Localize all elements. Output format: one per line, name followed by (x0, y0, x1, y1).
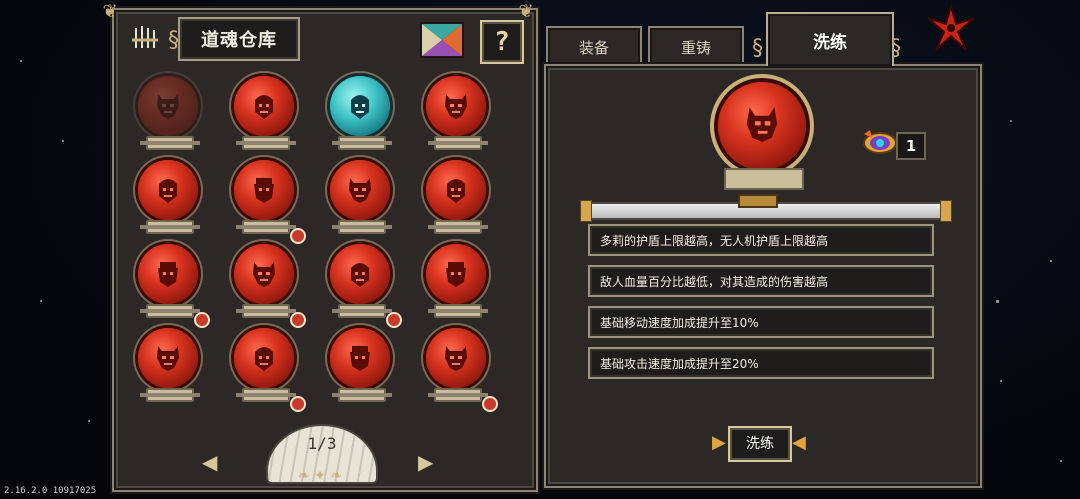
soul-orb-slot[interactable] (224, 154, 306, 244)
soul-orb-slot[interactable] (416, 70, 496, 156)
soul-orb (426, 328, 486, 388)
orb-pedestal (332, 388, 392, 402)
soul-orb-slot[interactable] (128, 238, 210, 328)
mask-icon (445, 346, 467, 371)
soul-orb-slot[interactable] (320, 154, 400, 240)
soul-orb-slot[interactable] (128, 322, 208, 408)
arrow-left-icon: ◀ (792, 432, 806, 453)
tab-refine[interactable]: 洗练 (766, 12, 894, 66)
orb-pedestal (332, 304, 392, 318)
pinwheel-icon (927, 4, 975, 51)
help-button[interactable]: ? (480, 20, 524, 64)
soul-orb-slot[interactable] (320, 238, 402, 328)
soul-orb (426, 160, 486, 220)
notification-badge (290, 396, 306, 412)
tab-recast[interactable]: 重铸 (648, 26, 744, 66)
tab-equip[interactable]: 装备 (546, 26, 642, 66)
soul-orb (234, 328, 294, 388)
attribute-row-3: 基础移动速度加成提升至10% (588, 306, 934, 338)
mask-icon (253, 262, 275, 287)
soul-orb-slot[interactable] (416, 322, 498, 412)
prev-page-arrow-icon[interactable]: ◀ (202, 450, 217, 474)
arrow-right-icon: ▶ (712, 432, 726, 453)
mask-icon (157, 346, 179, 371)
orb-pedestal (428, 304, 488, 318)
version-label: 2.16.2.0 10917025 (4, 486, 97, 496)
orb-pedestal (236, 304, 296, 318)
soul-orb-slot[interactable] (224, 322, 306, 412)
mask-icon (445, 94, 467, 119)
orb-pedestal (332, 136, 392, 150)
attribute-row-2: 敌人血量百分比越低，对其造成的伤害越高 (588, 265, 934, 297)
orb-pedestal (428, 220, 488, 234)
soul-orb (330, 160, 390, 220)
soul-orb-slot[interactable] (224, 238, 306, 328)
demon-mask-icon (746, 107, 778, 142)
soul-orb (330, 328, 390, 388)
soul-orb-slot[interactable] (416, 154, 496, 240)
mask-icon (446, 262, 466, 287)
mask-icon (447, 179, 465, 203)
attribute-row-4: 基础攻击速度加成提升至20% (588, 347, 934, 379)
orb-pedestal (724, 168, 804, 190)
page-indicator: 1/3 (307, 434, 337, 453)
orb-pedestal (236, 136, 296, 150)
soul-orb (138, 76, 198, 136)
orb-pedestal (140, 136, 200, 150)
orb-pedestal (428, 388, 488, 402)
soul-orb-slot[interactable] (224, 70, 304, 156)
material-count: 1 (896, 132, 926, 160)
corner-ornament-icon: ❦ (518, 1, 534, 22)
tangram-icon[interactable] (420, 22, 464, 58)
scroll-clasp-icon (738, 194, 778, 208)
mask-icon (159, 179, 177, 203)
soul-orb-grid (128, 70, 520, 420)
next-page-arrow-icon[interactable]: ▶ (418, 450, 433, 474)
eye-gem-icon (863, 130, 897, 154)
orb-pedestal (140, 220, 200, 234)
mask-icon (157, 94, 179, 119)
orb-pedestal (140, 304, 200, 318)
mask-icon (255, 347, 273, 371)
refine-material: 1 (862, 128, 926, 160)
mask-icon (254, 178, 274, 203)
soul-orb-slot[interactable] (320, 322, 400, 408)
soul-orb (234, 160, 294, 220)
mask-icon (351, 95, 369, 119)
soul-orb-slot[interactable] (128, 70, 208, 156)
soul-orb (138, 244, 198, 304)
corner-ornament-icon: ❦ (102, 1, 118, 22)
soul-orb-slot[interactable] (416, 238, 496, 324)
soul-orb-slot[interactable] (128, 154, 208, 240)
pager: ◀ 1/3 ❧ ✦ ❧ ▶ (200, 420, 440, 490)
soul-orb (138, 328, 198, 388)
soul-orb (234, 76, 294, 136)
soul-orb (138, 160, 198, 220)
staff-icon (132, 26, 158, 48)
soul-orb-slot[interactable] (320, 70, 400, 156)
mask-icon (158, 262, 178, 287)
refine-button[interactable]: ▶ 洗练 ◀ (712, 424, 808, 462)
mask-icon (351, 263, 369, 287)
notification-badge (482, 396, 498, 412)
soul-orb (234, 244, 294, 304)
mask-icon (350, 346, 370, 371)
orb-pedestal (332, 220, 392, 234)
attribute-row-1: 多莉的护盾上限越高，无人机护盾上限越高 (588, 224, 934, 256)
soul-orb (330, 76, 390, 136)
mask-icon (255, 95, 273, 119)
soul-orb (426, 244, 486, 304)
orb-pedestal (236, 388, 296, 402)
soul-orb (330, 244, 390, 304)
orb-pedestal (428, 136, 488, 150)
mask-icon (349, 178, 371, 203)
refine-button-label: 洗练 (728, 426, 792, 462)
orb-pedestal (140, 388, 200, 402)
swirl-ornament-icon: § (752, 36, 763, 61)
panel-title: 道魂仓库 (178, 17, 300, 61)
fan-base-ornament-icon: ❧ ✦ ❧ (297, 468, 343, 484)
orb-pedestal (236, 220, 296, 234)
soul-orb (426, 76, 486, 136)
